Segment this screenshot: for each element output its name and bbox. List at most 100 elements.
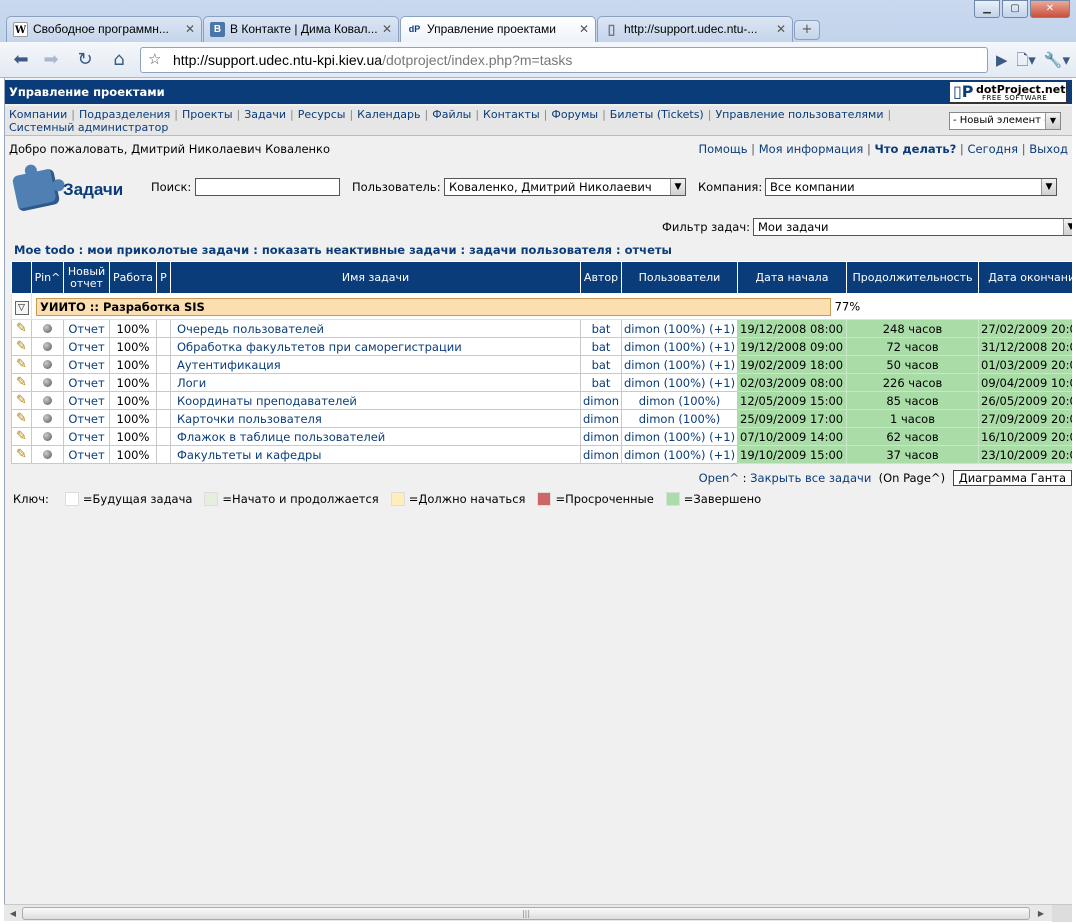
pencil-icon[interactable]: ✎ (16, 447, 27, 462)
report-link[interactable]: Отчет (63, 337, 110, 356)
scroll-right-icon[interactable]: ▶ (1034, 907, 1048, 920)
new-element-select[interactable]: - Новый элемент - ▼ (949, 112, 1061, 130)
my-info-link[interactable]: Моя информация (759, 142, 864, 156)
report-link[interactable]: Отчет (63, 427, 110, 446)
browser-tab-4[interactable]: ▯ http://support.udec.ntu-... ✕ (597, 16, 793, 42)
wrench-menu-icon[interactable]: 🔧▾ (1044, 47, 1070, 73)
horizontal-scrollbar[interactable]: ◀ ||| ▶ (4, 904, 1072, 922)
col-priority[interactable]: P (156, 261, 171, 294)
pin-icon[interactable] (43, 341, 52, 351)
pencil-icon[interactable]: ✎ (16, 411, 27, 426)
nav-forums[interactable]: Форумы (551, 108, 598, 121)
close-window-button[interactable]: ✕ (1030, 0, 1070, 18)
users-link[interactable]: dimon (100%) (621, 391, 738, 410)
report-link[interactable]: Отчет (63, 391, 110, 410)
users-link[interactable]: dimon (100%) (+1) (621, 319, 738, 338)
browser-tab-3[interactable]: dP Управление проектами ✕ (400, 16, 596, 42)
users-link[interactable]: dimon (100%) (+1) (621, 427, 738, 446)
col-author[interactable]: Автор (580, 261, 622, 294)
open-link[interactable]: Open^ (699, 471, 739, 485)
logout-link[interactable]: Выход (1029, 142, 1068, 156)
nav-calendar[interactable]: Календарь (357, 108, 420, 121)
col-task-name[interactable]: Имя задачи (170, 261, 581, 294)
col-end-date[interactable]: Дата окончания (978, 261, 1072, 294)
nav-resources[interactable]: Ресурсы (298, 108, 346, 121)
tab-close-icon[interactable]: ✕ (579, 22, 589, 36)
dotproject-logo[interactable]: ▯P dotProject.net FREE SOFTWARE (949, 81, 1067, 103)
pencil-icon[interactable]: ✎ (16, 429, 27, 444)
nav-companies[interactable]: Компании (9, 108, 67, 121)
author-link[interactable]: bat (580, 319, 622, 338)
pin-icon[interactable] (43, 431, 52, 441)
pin-icon[interactable] (43, 359, 52, 369)
task-filter-select[interactable]: Мои задачи ▼ (753, 218, 1072, 236)
todo-link[interactable]: Что делать? (875, 142, 957, 156)
author-link[interactable]: bat (580, 337, 622, 356)
on-page-toggle[interactable]: (On Page^) (879, 471, 945, 485)
report-link[interactable]: Отчет (63, 373, 110, 392)
bookmark-star-icon[interactable]: ☆ (148, 48, 161, 72)
home-icon[interactable]: ⌂ (106, 47, 132, 73)
nav-system-admin[interactable]: Системный администратор (9, 121, 168, 134)
page-menu-icon[interactable]: 🗋▾ (1016, 47, 1036, 73)
pin-icon[interactable] (43, 395, 52, 405)
forward-arrow-icon[interactable]: ➡ (38, 47, 64, 73)
users-link[interactable]: dimon (100%) (621, 409, 738, 428)
scroll-left-icon[interactable]: ◀ (6, 907, 20, 920)
author-link[interactable]: dimon (580, 391, 622, 410)
col-duration[interactable]: Продолжительность (846, 261, 979, 294)
maximize-button[interactable]: ▢ (1002, 0, 1028, 18)
task-subnav[interactable]: Мое todo : мои приколотые задачи : показ… (14, 243, 672, 257)
pin-icon[interactable] (43, 323, 52, 333)
task-name-link[interactable]: Аутентификация (170, 355, 581, 374)
gantt-chart-button[interactable]: Диаграмма Ганта (952, 470, 1072, 486)
nav-projects[interactable]: Проекты (182, 108, 233, 121)
tab-close-icon[interactable]: ✕ (776, 22, 786, 36)
nav-files[interactable]: Файлы (432, 108, 471, 121)
pencil-icon[interactable]: ✎ (16, 339, 27, 354)
users-link[interactable]: dimon (100%) (+1) (621, 373, 738, 392)
today-link[interactable]: Сегодня (967, 142, 1018, 156)
close-all-tasks-link[interactable]: Закрыть все задачи (750, 471, 871, 485)
nav-tickets[interactable]: Билеты (Tickets) (610, 108, 704, 121)
author-link[interactable]: bat (580, 355, 622, 374)
nav-contacts[interactable]: Контакты (483, 108, 540, 121)
author-link[interactable]: dimon (580, 409, 622, 428)
author-link[interactable]: dimon (580, 427, 622, 446)
search-input[interactable] (195, 178, 340, 196)
pencil-icon[interactable]: ✎ (16, 375, 27, 390)
author-link[interactable]: dimon (580, 445, 622, 464)
reload-icon[interactable]: ↻ (72, 47, 98, 73)
nav-departments[interactable]: Подразделения (79, 108, 170, 121)
tab-close-icon[interactable]: ✕ (185, 22, 195, 36)
task-name-link[interactable]: Логи (170, 373, 581, 392)
users-link[interactable]: dimon (100%) (+1) (621, 337, 738, 356)
users-link[interactable]: dimon (100%) (+1) (621, 355, 738, 374)
nav-tasks[interactable]: Задачи (244, 108, 286, 121)
back-arrow-icon[interactable]: ⬅ (8, 47, 34, 73)
tab-close-icon[interactable]: ✕ (382, 22, 392, 36)
task-name-link[interactable]: Очередь пользователей (170, 319, 581, 338)
task-name-link[interactable]: Факультеты и кафедры (170, 445, 581, 464)
scroll-thumb[interactable]: ||| (22, 907, 1030, 920)
report-link[interactable]: Отчет (63, 319, 110, 338)
users-link[interactable]: dimon (100%) (+1) (621, 445, 738, 464)
pencil-icon[interactable]: ✎ (16, 321, 27, 336)
task-name-link[interactable]: Координаты преподавателей (170, 391, 581, 410)
report-link[interactable]: Отчет (63, 409, 110, 428)
pin-icon[interactable] (43, 413, 52, 423)
pencil-icon[interactable]: ✎ (16, 357, 27, 372)
minimize-button[interactable]: ▁ (974, 0, 1000, 18)
company-select[interactable]: Все компании ▼ (765, 178, 1057, 196)
nav-user-admin[interactable]: Управление пользователями (715, 108, 883, 121)
pin-icon[interactable] (43, 449, 52, 459)
task-name-link[interactable]: Обработка факультетов при саморегистраци… (170, 337, 581, 356)
pin-icon[interactable] (43, 377, 52, 387)
new-tab-button[interactable]: + (794, 20, 820, 40)
report-link[interactable]: Отчет (63, 355, 110, 374)
author-link[interactable]: bat (580, 373, 622, 392)
collapse-icon[interactable]: ▽ (14, 300, 29, 315)
pencil-icon[interactable]: ✎ (16, 393, 27, 408)
user-select[interactable]: Коваленко, Дмитрий Николаевич ▼ (444, 178, 686, 196)
report-link[interactable]: Отчет (63, 445, 110, 464)
